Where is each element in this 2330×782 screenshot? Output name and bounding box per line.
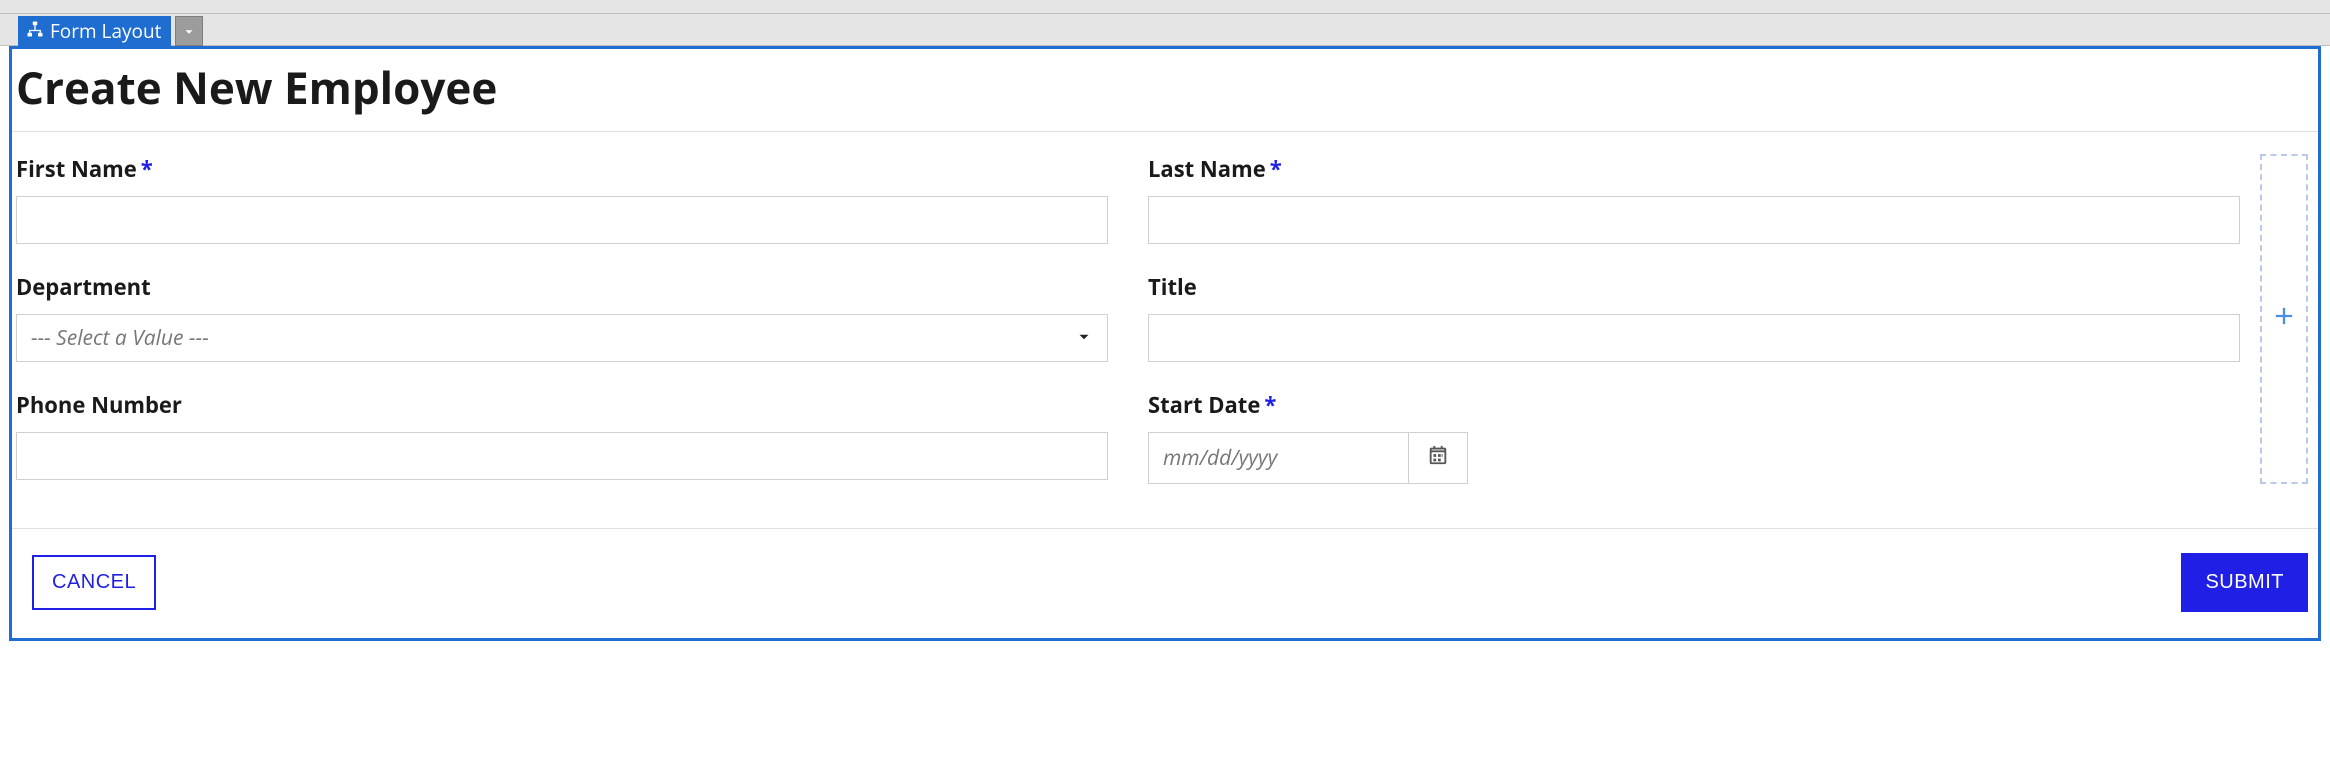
hierarchy-icon — [26, 18, 44, 44]
last-name-label: Last Name* — [1148, 154, 2240, 184]
component-tag-label: Form Layout — [50, 18, 161, 44]
title-input[interactable] — [1148, 314, 2240, 362]
required-marker: * — [1270, 154, 1282, 184]
component-tag-form-layout[interactable]: Form Layout — [18, 16, 171, 46]
plus-icon — [2270, 302, 2298, 336]
start-date-placeholder: mm/dd/yyyy — [1163, 444, 1277, 472]
department-select[interactable]: --- Select a Value --- — [16, 314, 1108, 362]
start-date-label-text: Start Date — [1148, 390, 1260, 420]
form-actions: CANCEL SUBMIT — [12, 528, 2318, 624]
field-phone: Phone Number — [16, 390, 1108, 480]
start-date-input[interactable]: mm/dd/yyyy — [1148, 432, 1408, 484]
calendar-icon — [1427, 444, 1449, 472]
component-tag-row: Form Layout — [0, 14, 2330, 46]
submit-button[interactable]: SUBMIT — [2181, 553, 2308, 612]
required-marker: * — [1264, 390, 1276, 420]
title-label: Title — [1148, 272, 2240, 302]
form-body: First Name* Department --- Select a Valu… — [12, 154, 2318, 484]
cancel-button[interactable]: CANCEL — [32, 555, 156, 610]
phone-label: Phone Number — [16, 390, 1108, 420]
phone-input[interactable] — [16, 432, 1108, 480]
department-label: Department — [16, 272, 1108, 302]
field-start-date: Start Date* mm/dd/yyyy — [1148, 390, 2240, 484]
form-columns: First Name* Department --- Select a Valu… — [16, 154, 2250, 484]
start-date-wrapper: mm/dd/yyyy — [1148, 432, 1468, 484]
first-name-label: First Name* — [16, 154, 1108, 184]
first-name-input[interactable] — [16, 196, 1108, 244]
form-column-right: Last Name* Title Start Date* mm/dd/yyyy — [1148, 154, 2240, 484]
first-name-label-text: First Name — [16, 154, 137, 184]
caret-down-icon — [1075, 325, 1093, 352]
component-tag-menu-button[interactable] — [175, 16, 203, 46]
date-picker-button[interactable] — [1408, 432, 1468, 484]
add-column-drop-zone[interactable] — [2260, 154, 2308, 484]
form-column-left: First Name* Department --- Select a Valu… — [16, 154, 1108, 484]
last-name-input[interactable] — [1148, 196, 2240, 244]
editor-top-strip — [0, 0, 2330, 14]
field-department: Department --- Select a Value --- — [16, 272, 1108, 362]
start-date-label: Start Date* — [1148, 390, 2240, 420]
page-title: Create New Employee — [12, 57, 2318, 132]
field-first-name: First Name* — [16, 154, 1108, 244]
required-marker: * — [141, 154, 153, 184]
field-title: Title — [1148, 272, 2240, 362]
caret-down-icon — [182, 18, 196, 45]
last-name-label-text: Last Name — [1148, 154, 1266, 184]
department-placeholder: --- Select a Value --- — [31, 324, 209, 352]
field-last-name: Last Name* — [1148, 154, 2240, 244]
form-layout-card[interactable]: Create New Employee First Name* Departme… — [9, 46, 2321, 641]
